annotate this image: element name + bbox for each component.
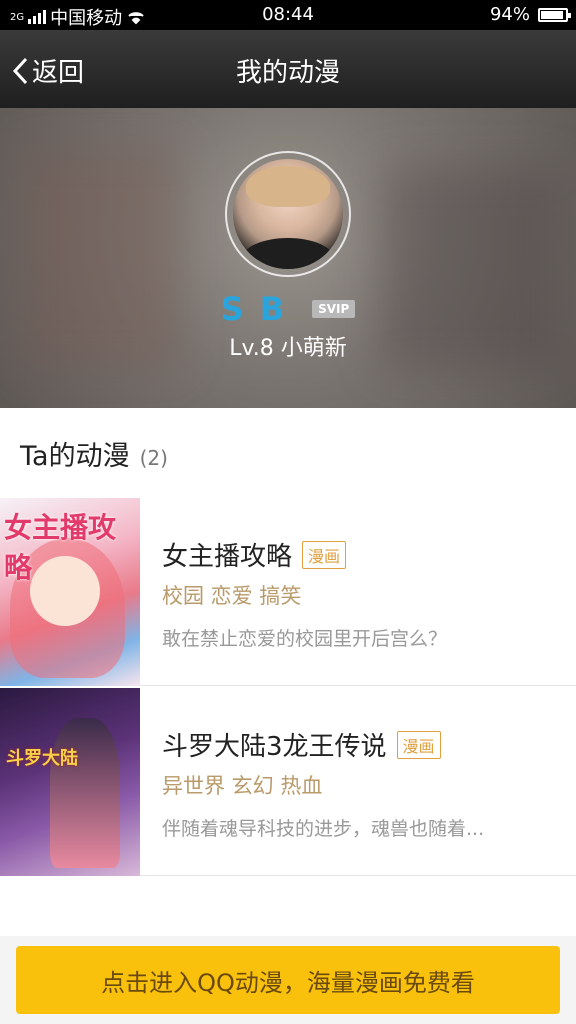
avatar[interactable] — [233, 159, 343, 269]
vip-badge: SVIP — [312, 300, 356, 318]
comic-tags: 校园 恋爱 搞笑 — [162, 584, 302, 608]
cover-title: 女主播攻略 — [4, 511, 117, 584]
comic-cover[interactable]: 斗罗大陆 — [0, 688, 140, 876]
status-bar: 2G 中国移动 08:44 94% — [0, 0, 576, 30]
comic-description: 伴随着魂导科技的进步，魂兽也随着... — [162, 818, 485, 840]
name-row: SB SVIP — [0, 290, 576, 328]
comic-list-item[interactable]: 女主播攻略 女主播攻略 漫画 校园 恋爱 搞笑 敢在禁止恋爱的校园里开后宫么？ — [0, 498, 576, 686]
comic-tags: 异世界 玄幻 热血 — [162, 774, 323, 798]
page-title: 我的动漫 — [235, 58, 340, 88]
battery-info: 94% — [489, 4, 571, 25]
cover-title: 斗罗大陆 — [6, 748, 78, 769]
section-count: (2) — [139, 446, 168, 470]
section-title: Ta的动漫 — [20, 441, 130, 472]
user-level: Lv.8 小萌新 — [229, 336, 347, 361]
battery-icon — [538, 7, 571, 22]
open-app-button[interactable]: 点击进入QQ动漫，海量漫画免费看 — [16, 946, 560, 1014]
comic-name: 女主播攻略 — [162, 542, 293, 572]
comic-type-badge: 漫画 — [396, 730, 441, 759]
username: SB — [220, 290, 301, 328]
comic-type-badge: 漫画 — [302, 540, 347, 569]
avatar-frame[interactable] — [225, 151, 351, 277]
comic-description: 敢在禁止恋爱的校园里开后宫么？ — [162, 628, 448, 650]
profile-header: SB SVIP Lv.8 小萌新 — [0, 108, 576, 408]
comic-list-item[interactable]: 斗罗大陆 斗罗大陆3龙王传说 漫画 异世界 玄幻 热血 伴随着魂导科技的进步，魂… — [0, 688, 576, 876]
battery-percent: 94% — [489, 4, 530, 25]
nav-bar: 返回 我的动漫 — [0, 30, 576, 108]
comic-name: 斗罗大陆3龙王传说 — [162, 732, 387, 762]
section-header: Ta的动漫 (2) — [20, 434, 168, 473]
comic-cover[interactable]: 女主播攻略 — [0, 498, 140, 686]
